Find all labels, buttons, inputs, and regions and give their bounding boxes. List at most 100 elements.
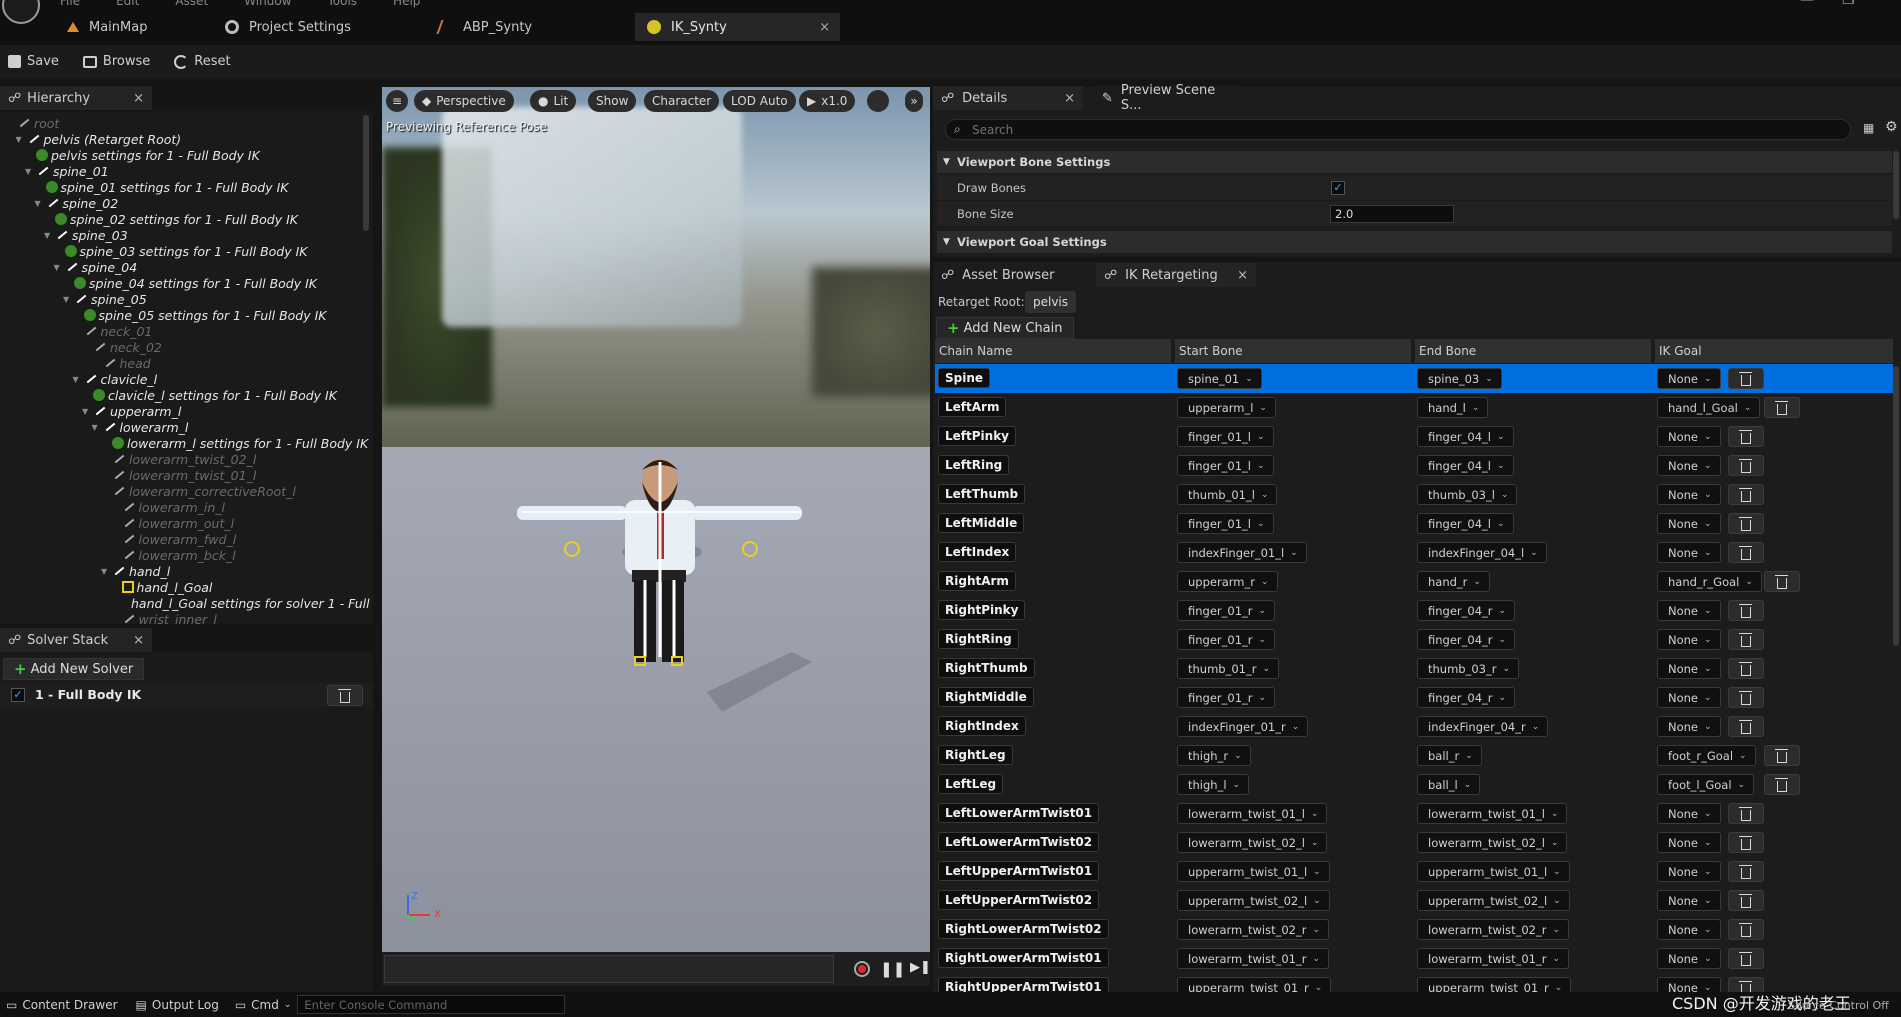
expand-arrow-icon[interactable]: ▼ — [25, 167, 33, 176]
ik-goal-dropdown[interactable]: None ⌄ — [1657, 919, 1721, 940]
delete-chain-button[interactable] — [1728, 513, 1764, 534]
start-bone-dropdown[interactable]: finger_01_r ⌄ — [1177, 687, 1276, 708]
tab-details[interactable]: ☍ Details × — [933, 86, 1083, 110]
delete-chain-button[interactable] — [1728, 948, 1764, 969]
tree-row[interactable]: ▼ spine_01 — [25, 163, 109, 179]
tree-row[interactable]: hand_l_Goal — [111, 579, 212, 595]
expand-arrow-icon[interactable]: ▼ — [63, 295, 71, 304]
cmd-dropdown[interactable]: ▭ Cmd ⌄ — [229, 998, 298, 1012]
tree-row[interactable]: lowerarm_out_l — [111, 515, 235, 531]
end-bone-dropdown[interactable]: thumb_03_l ⌄ — [1417, 484, 1518, 505]
ik-goal-dropdown[interactable]: None ⌄ — [1657, 368, 1721, 389]
perspective-button[interactable]: ◆ Perspective — [414, 90, 514, 112]
delete-chain-button[interactable] — [1728, 658, 1764, 679]
tree-row[interactable]: ▼ spine_04 — [54, 259, 138, 275]
console-command-input[interactable]: Enter Console Command — [297, 995, 566, 1014]
chain-name-field[interactable]: RightLowerArmTwist02 — [938, 919, 1109, 939]
chain-name-field[interactable]: RightMiddle — [938, 687, 1034, 707]
expand-arrow-icon[interactable] — [111, 551, 119, 559]
tree-row[interactable]: ▼ upperarm_l — [82, 403, 181, 419]
chain-row[interactable]: LeftUpperArmTwist02 upperarm_twist_02_l ⌄ u… — [935, 886, 1893, 915]
pause-button[interactable]: ❚❚ — [880, 960, 905, 978]
end-bone-dropdown[interactable]: lowerarm_twist_02_r ⌄ — [1417, 919, 1569, 940]
delete-chain-button[interactable] — [1728, 426, 1764, 447]
column-end-bone[interactable]: End Bone — [1415, 339, 1651, 363]
ik-goal-dropdown[interactable]: None ⌄ — [1657, 861, 1721, 882]
preview-viewport[interactable]: ≡ ◆ Perspective ● Lit Show Character LOD A… — [382, 87, 930, 952]
start-bone-dropdown[interactable]: upperarm_twist_02_l ⌄ — [1177, 890, 1330, 911]
tree-row[interactable]: lowerarm_twist_02_l — [101, 451, 256, 467]
start-bone-dropdown[interactable]: spine_01 ⌄ — [1177, 368, 1262, 389]
start-bone-dropdown[interactable]: finger_01_r ⌄ — [1177, 629, 1276, 650]
delete-chain-button[interactable] — [1764, 397, 1800, 418]
ik-goal-dropdown[interactable]: None ⌄ — [1657, 513, 1721, 534]
expand-arrow-icon[interactable]: ▼ — [82, 407, 90, 416]
grid-view-icon[interactable]: ▦ — [1863, 121, 1874, 135]
tree-row[interactable]: lowerarm_l settings for 1 - Full Body IK — [101, 435, 368, 451]
character-button[interactable]: Character — [644, 90, 720, 112]
end-bone-dropdown[interactable]: lowerarm_twist_01_r ⌄ — [1417, 948, 1569, 969]
lod-button[interactable]: LOD Auto — [723, 90, 796, 112]
details-search-input[interactable]: ⌕ Search — [945, 119, 1851, 140]
expand-arrow-icon[interactable] — [73, 311, 81, 319]
start-bone-dropdown[interactable]: thumb_01_r ⌄ — [1177, 658, 1279, 679]
tree-row[interactable]: lowerarm_correctiveRoot_l — [101, 483, 296, 499]
column-chain-name[interactable]: Chain Name — [935, 339, 1171, 363]
end-bone-dropdown[interactable]: lowerarm_twist_02_l ⌄ — [1417, 832, 1568, 853]
chain-name-field[interactable]: LeftPinky — [938, 426, 1016, 446]
delete-chain-button[interactable] — [1728, 919, 1764, 940]
delete-chain-button[interactable] — [1728, 803, 1764, 824]
solver-enabled-checkbox[interactable]: ✓ — [11, 688, 25, 702]
timeline-track[interactable] — [384, 955, 834, 983]
chain-name-field[interactable]: LeftRing — [938, 455, 1010, 475]
menu-asset[interactable]: Asset — [175, 0, 208, 8]
chain-name-field[interactable]: RightPinky — [938, 600, 1026, 620]
save-button[interactable]: Save — [8, 54, 59, 69]
tree-row[interactable]: clavicle_l settings for 1 - Full Body IK — [82, 387, 337, 403]
tab-preview-scene[interactable]: ✎ Preview Scene S... — [1094, 83, 1244, 113]
expand-arrow-icon[interactable] — [92, 359, 100, 367]
delete-chain-button[interactable] — [1728, 629, 1764, 650]
chain-row[interactable]: RightMiddle finger_01_r ⌄ finger_04_r ⌄ None ⌄ — [935, 683, 1893, 712]
expand-arrow-icon[interactable] — [101, 471, 109, 479]
chain-row[interactable]: LeftUpperArmTwist01 upperarm_twist_01_l ⌄ u… — [935, 857, 1893, 886]
select-mode-button[interactable] — [867, 90, 889, 112]
tree-row[interactable]: lowerarm_fwd_l — [111, 531, 237, 547]
source-control-status[interactable]: Source Control Off — [1788, 999, 1889, 1012]
start-bone-dropdown[interactable]: upperarm_r ⌄ — [1177, 571, 1278, 592]
tree-row[interactable]: ▼ pelvis (Retarget Root) — [16, 131, 182, 147]
close-icon[interactable]: × — [1237, 268, 1248, 283]
details-scrollbar[interactable] — [1893, 151, 1899, 219]
end-bone-dropdown[interactable]: hand_r ⌄ — [1417, 571, 1490, 592]
expand-arrow-icon[interactable] — [35, 183, 43, 191]
chain-name-field[interactable]: LeftArm — [938, 397, 1007, 417]
chain-name-field[interactable]: Spine — [938, 368, 991, 388]
delete-chain-button[interactable] — [1728, 484, 1764, 505]
ik-goal-dropdown[interactable]: None ⌄ — [1657, 455, 1721, 476]
end-bone-dropdown[interactable]: upperarm_twist_02_l ⌄ — [1417, 890, 1570, 911]
expand-arrow-icon[interactable]: ▼ — [73, 375, 81, 384]
chain-row[interactable]: RightLowerArmTwist02 lowerarm_twist_02_r ⌄… — [935, 915, 1893, 944]
delete-chain-button[interactable] — [1764, 571, 1800, 592]
bone-size-input[interactable]: 2.0 — [1330, 205, 1454, 223]
column-start-bone[interactable]: Start Bone — [1175, 339, 1411, 363]
end-bone-dropdown[interactable]: spine_03 ⌄ — [1417, 368, 1502, 389]
chain-row[interactable]: RightLowerArmTwist01 lowerarm_twist_01_r ⌄… — [935, 944, 1893, 973]
column-ik-goal[interactable]: IK Goal — [1655, 339, 1893, 363]
chain-row[interactable]: LeftArm upperarm_l ⌄ hand_l ⌄ hand_l_Goal ⌄ — [935, 393, 1893, 422]
chain-row[interactable]: RightIndex indexFinger_01_r ⌄ indexFinger_0… — [935, 712, 1893, 741]
delete-chain-button[interactable] — [1728, 368, 1764, 389]
delete-chain-button[interactable] — [1728, 687, 1764, 708]
delete-chain-button[interactable] — [1728, 455, 1764, 476]
category-viewport-bone-settings[interactable]: ▼ Viewport Bone Settings — [937, 151, 1892, 173]
expand-arrow-icon[interactable]: ▼ — [44, 231, 52, 240]
menu-window[interactable]: Window — [244, 0, 291, 8]
end-bone-dropdown[interactable]: lowerarm_twist_01_l ⌄ — [1417, 803, 1568, 824]
chain-name-field[interactable]: RightLeg — [938, 745, 1013, 765]
end-bone-dropdown[interactable]: finger_04_r ⌄ — [1417, 629, 1516, 650]
play-speed-button[interactable]: ▶ x1.0 — [799, 90, 856, 112]
chain-name-field[interactable]: LeftMiddle — [938, 513, 1025, 533]
menu-tools[interactable]: Tools — [327, 0, 357, 8]
chain-row[interactable]: LeftLeg thigh_l ⌄ ball_l ⌄ foot_l_Goal ⌄ — [935, 770, 1893, 799]
end-bone-dropdown[interactable]: finger_04_l ⌄ — [1417, 455, 1514, 476]
